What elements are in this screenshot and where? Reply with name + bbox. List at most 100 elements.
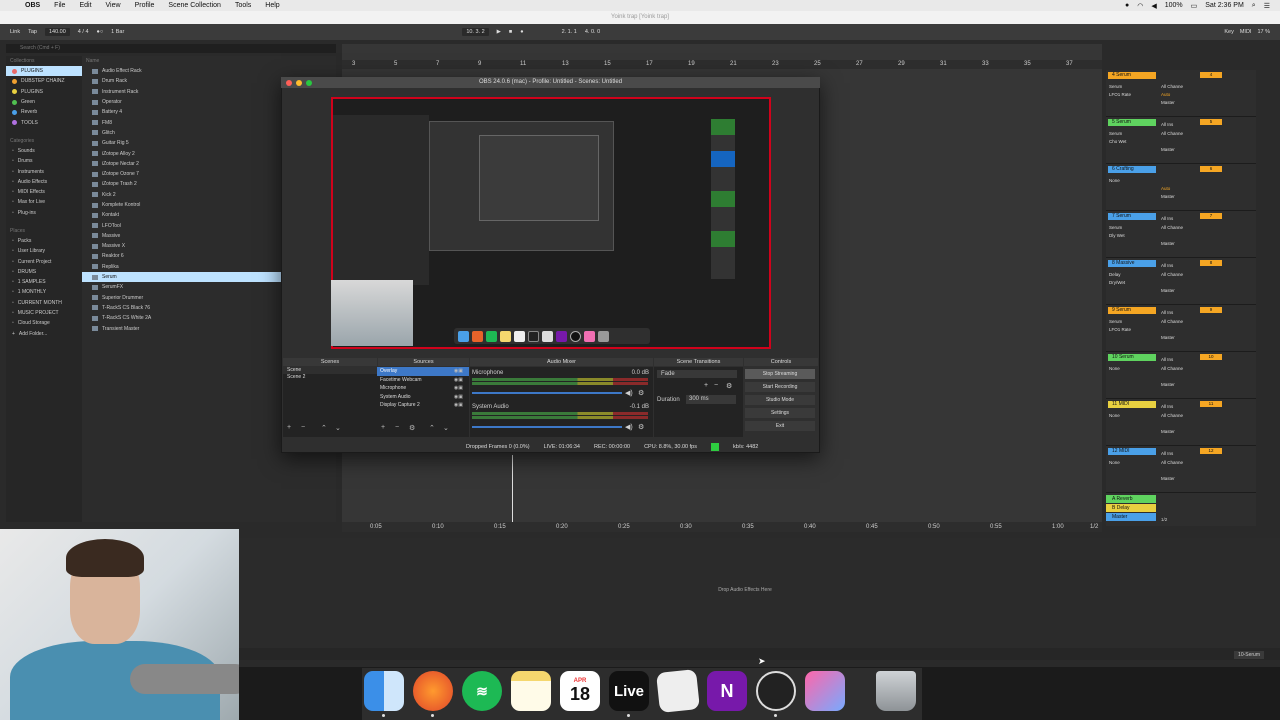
add-source-icon[interactable]: + (381, 424, 385, 431)
category-item[interactable]: ▫ Drums (6, 156, 82, 166)
place-item[interactable]: ▫ 1 MONTHLY (6, 287, 82, 297)
duration-input[interactable]: 300 ms (686, 395, 736, 404)
track-row[interactable]: 4 Serum Serum LFO1 Rate All Channe Auto … (1106, 70, 1256, 117)
track-row[interactable]: 9 Serum Serum LFO1 Rate All Ins All Chan… (1106, 305, 1256, 352)
studio-mode-button[interactable]: Studio Mode (745, 395, 815, 405)
track-name[interactable]: 12 MIDI (1108, 448, 1156, 455)
settings-button[interactable]: Settings (745, 408, 815, 418)
speaker-icon[interactable]: ◀) (625, 389, 633, 397)
track-input-channel[interactable]: All Channe (1161, 366, 1183, 371)
track-device[interactable]: None (1109, 366, 1120, 371)
track-row[interactable]: 6 Crafting None Auto Master 6 (1106, 164, 1256, 211)
track-name[interactable]: 10 Serum (1108, 354, 1156, 361)
master-output[interactable]: 1/2 (1161, 517, 1167, 522)
start-recording-button[interactable]: Start Recording (745, 382, 815, 392)
spotify-icon[interactable]: ≋ (462, 671, 502, 711)
source-item[interactable]: System Audio ◉▣ (377, 393, 469, 402)
gear-icon[interactable]: ⚙ (409, 424, 415, 432)
track-activator[interactable]: 12 (1200, 448, 1222, 454)
track-input[interactable]: All Ins (1161, 263, 1173, 268)
onenote-icon[interactable]: N (707, 671, 747, 711)
place-item[interactable]: ▫ User Library (6, 246, 82, 256)
stop-icon[interactable]: ■ (509, 29, 512, 35)
time-signature[interactable]: 4 / 4 (78, 29, 89, 35)
track-activator[interactable]: 8 (1200, 260, 1222, 266)
track-output[interactable]: Master (1161, 241, 1175, 246)
stop-streaming-button[interactable]: Stop Streaming (745, 369, 815, 379)
track-activator[interactable]: 11 (1200, 401, 1222, 407)
track-device[interactable]: Serum (1109, 225, 1122, 230)
monitor-auto[interactable]: Auto (1161, 92, 1170, 97)
track-input-channel[interactable]: All Channe (1161, 225, 1183, 230)
track-row[interactable]: 5 Serum Serum Cho Wet All Ins All Channe… (1106, 117, 1256, 164)
remove-scene-icon[interactable]: − (301, 424, 305, 431)
track-row[interactable]: 11 MIDI None All Ins All Channe Master 1… (1106, 399, 1256, 446)
menu-help[interactable]: Help (258, 2, 286, 9)
category-item[interactable]: ▫ Instruments (6, 166, 82, 176)
menu-edit[interactable]: Edit (72, 2, 98, 9)
calendar-icon[interactable]: APR 18 (560, 671, 600, 711)
track-input-channel[interactable]: All Channe (1161, 319, 1183, 324)
menu-tools[interactable]: Tools (228, 2, 258, 9)
menu-profile[interactable]: Profile (128, 2, 162, 9)
track-output[interactable]: Master (1161, 429, 1175, 434)
return-track-b[interactable]: B Delay (1106, 504, 1156, 512)
track-output[interactable]: Master (1161, 382, 1175, 387)
track-row[interactable]: 10 Serum None All Ins All Channe Master … (1106, 352, 1256, 399)
track-activator[interactable]: 5 (1200, 119, 1222, 125)
track-param[interactable]: LFO1 Rate (1109, 327, 1131, 332)
collection-item[interactable]: PLUGINS (6, 87, 82, 97)
volume-icon[interactable]: ◀ (1151, 2, 1156, 10)
track-device[interactable]: Serum (1109, 84, 1122, 89)
track-input[interactable]: All Ins (1161, 404, 1173, 409)
firefox-icon[interactable] (413, 671, 453, 711)
eye-lock-icon[interactable]: ◉▣ (454, 367, 463, 376)
track-name[interactable]: 11 MIDI (1108, 401, 1156, 408)
place-item[interactable]: ▫ 1 SAMPLES (6, 277, 82, 287)
wifi-icon[interactable]: ◠ (1137, 2, 1143, 10)
track-device[interactable]: None (1109, 178, 1120, 183)
close-window-icon[interactable] (286, 80, 292, 86)
collection-item[interactable]: PLUGINS (6, 66, 82, 77)
add-scene-icon[interactable]: + (287, 424, 291, 431)
place-item[interactable]: ▫ Cloud Storage (6, 318, 82, 328)
track-output[interactable]: Master (1161, 335, 1175, 340)
metronome-icon[interactable]: ●○ (97, 29, 104, 35)
source-item[interactable]: Facetime Webcam ◉▣ (377, 376, 469, 385)
track-output[interactable]: Master (1161, 194, 1175, 199)
speaker-icon[interactable]: ◀) (625, 423, 633, 431)
remove-source-icon[interactable]: − (395, 424, 399, 431)
track-activator[interactable]: 7 (1200, 213, 1222, 219)
remove-transition-icon[interactable]: − (714, 382, 718, 389)
track-input-channel[interactable]: All Channe (1161, 413, 1183, 418)
place-item[interactable]: ▫ Packs (6, 236, 82, 246)
place-item[interactable]: ▫ Current Project (6, 256, 82, 266)
track-activator[interactable]: 6 (1200, 166, 1222, 172)
master-track[interactable]: Master (1106, 513, 1156, 521)
track-name[interactable]: 9 Serum (1108, 307, 1156, 314)
category-item[interactable]: ▫ Sounds (6, 146, 82, 156)
midi-map-button[interactable]: MIDI (1240, 29, 1252, 35)
transition-select[interactable]: Fade (657, 370, 737, 378)
eye-lock-icon[interactable]: ◉▣ (454, 401, 463, 410)
song-position[interactable]: 10. 3. 2 (462, 28, 489, 36)
track-name[interactable]: 6 Crafting (1108, 166, 1156, 173)
menu-file[interactable]: File (47, 2, 72, 9)
track-input-channel[interactable]: All Channe (1161, 131, 1183, 136)
zoom-level[interactable]: 1/2 (1090, 524, 1098, 530)
track-row[interactable]: 12 MIDI None All Ins All Channe Master 1… (1106, 446, 1256, 493)
gear-icon[interactable]: ⚙ (638, 389, 644, 397)
track-input[interactable]: All Ins (1161, 122, 1173, 127)
collection-item[interactable]: DUBSTEP CHAINZ (6, 76, 82, 86)
link-button[interactable]: Link (10, 29, 20, 35)
time-ruler[interactable]: 0:05 0:10 0:15 0:20 0:25 0:30 0:35 0:40 … (342, 522, 1102, 532)
source-item[interactable]: Microphone ◉▣ (377, 384, 469, 393)
place-item[interactable]: ▫ DRUMS (6, 267, 82, 277)
notes-icon[interactable] (511, 671, 551, 711)
zoom-window-icon[interactable] (306, 80, 312, 86)
track-input[interactable]: All Ins (1161, 357, 1173, 362)
move-up-icon[interactable]: ⌃ (429, 424, 435, 432)
track-output[interactable]: Master (1161, 476, 1175, 481)
track-activator[interactable]: 4 (1200, 72, 1222, 78)
track-activator[interactable]: 9 (1200, 307, 1222, 313)
